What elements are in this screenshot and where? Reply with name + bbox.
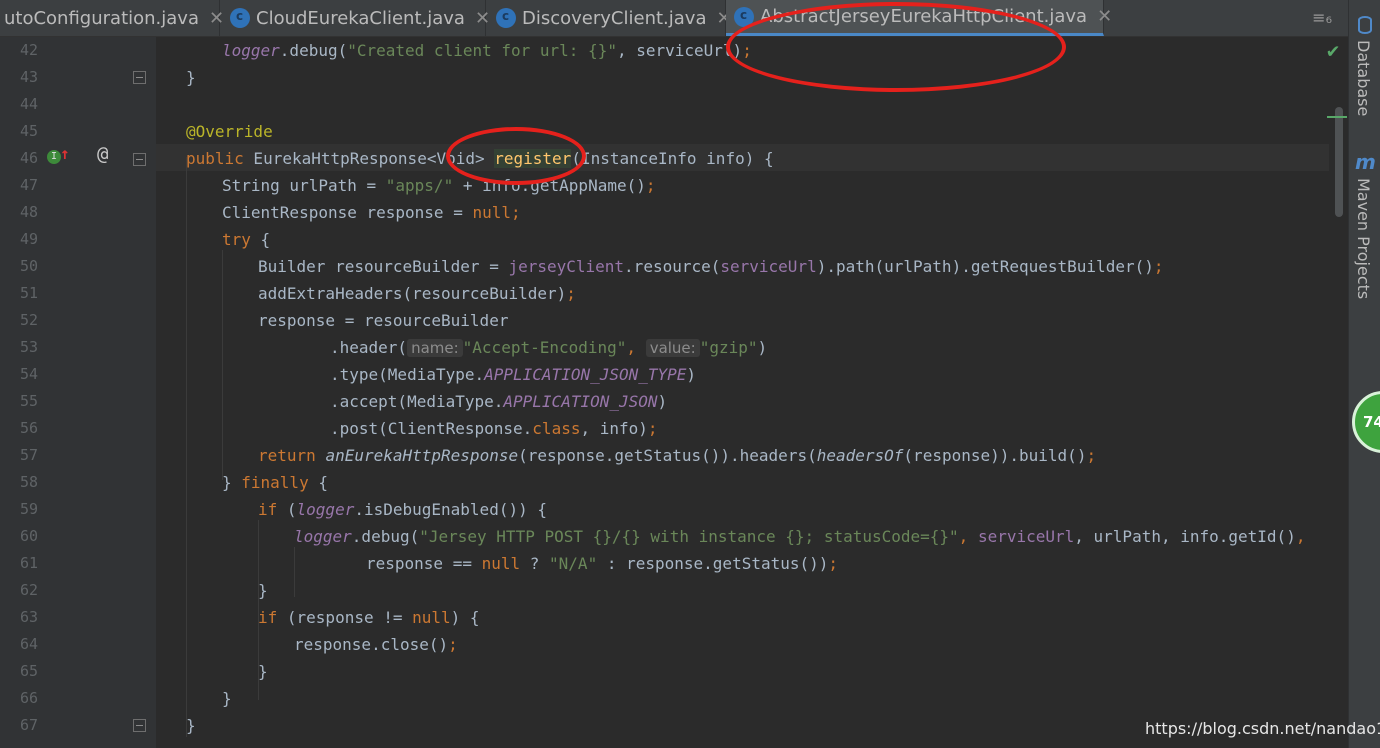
line-number: 59 bbox=[19, 500, 38, 518]
parameter-hint: name: bbox=[407, 339, 463, 357]
code-line-49: try { bbox=[222, 230, 271, 249]
code-line-51: addExtraHeaders(resourceBuilder); bbox=[258, 284, 576, 303]
fold-marker-icon[interactable] bbox=[133, 719, 146, 732]
code-line-58: } finally { bbox=[222, 473, 328, 492]
line-number: 45 bbox=[19, 122, 38, 140]
code-line-67: } bbox=[186, 716, 196, 735]
line-number: 62 bbox=[19, 581, 38, 599]
code-line-53: .header(name: "Accept-Encoding", value: "g… bbox=[330, 338, 768, 357]
change-marker bbox=[1327, 116, 1347, 118]
code-line-55: .accept(MediaType.APPLICATION_JSON) bbox=[330, 392, 668, 411]
editor-gutter: 42 43 44 45 46 47 48 49 50 51 52 53 54 55 56 57 58 59 60 61… bbox=[0, 37, 156, 748]
code-line-52: response = resourceBuilder bbox=[258, 311, 509, 330]
maven-icon: m bbox=[1355, 150, 1376, 174]
line-number: 53 bbox=[19, 338, 38, 356]
line-number: 49 bbox=[19, 230, 38, 248]
line-number: 52 bbox=[19, 311, 38, 329]
code-line-50: Builder resourceBuilder = jerseyClient.r… bbox=[258, 257, 1164, 276]
line-number: 67 bbox=[19, 716, 38, 734]
code-line-57: return anEurekaHttpResponse(response.get… bbox=[258, 446, 1097, 465]
code-line-42: logger.debug("Created client for url: {}… bbox=[222, 41, 752, 60]
override-arrow-icon[interactable]: ↑ bbox=[60, 144, 70, 163]
right-tool-window-bar: Database m Maven Projects bbox=[1348, 0, 1380, 748]
line-number: 46 bbox=[19, 149, 38, 167]
annotation-marker-icon: @ bbox=[97, 143, 109, 165]
code-line-65: } bbox=[258, 662, 268, 681]
code-line-64: response.close(); bbox=[294, 635, 458, 654]
annotation-ellipse-register bbox=[446, 127, 586, 185]
vertical-scrollbar[interactable] bbox=[1329, 37, 1348, 748]
code-line-66: } bbox=[222, 689, 232, 708]
code-line-61: response == null ? "N/A" : response.getS… bbox=[366, 554, 839, 573]
code-line-60: logger.debug("Jersey HTTP POST {}/{} wit… bbox=[294, 527, 1306, 546]
implements-method-icon[interactable]: I bbox=[47, 150, 61, 164]
line-number: 65 bbox=[19, 662, 38, 680]
tab-discovery-client[interactable]: DiscoveryClient.java ✕ bbox=[486, 0, 732, 36]
line-number: 58 bbox=[19, 473, 38, 491]
line-number: 50 bbox=[19, 257, 38, 275]
code-line-54: .type(MediaType.APPLICATION_JSON_TYPE) bbox=[330, 365, 697, 384]
indent-guide bbox=[222, 250, 223, 480]
inspection-ok-icon: ✔ bbox=[1327, 38, 1340, 62]
scrollbar-thumb[interactable] bbox=[1335, 107, 1343, 217]
line-number: 43 bbox=[19, 68, 38, 86]
fold-marker-icon[interactable] bbox=[133, 153, 146, 166]
java-class-icon bbox=[230, 8, 250, 28]
code-line-43: } bbox=[186, 68, 196, 87]
database-icon bbox=[1358, 16, 1372, 34]
line-number: 51 bbox=[19, 284, 38, 302]
indent-guide bbox=[294, 547, 295, 597]
line-number: 55 bbox=[19, 392, 38, 410]
line-number: 64 bbox=[19, 635, 38, 653]
code-line-47: String urlPath = "apps/" + info.getAppNa… bbox=[222, 176, 656, 195]
database-tool-button[interactable]: Database bbox=[1354, 40, 1373, 116]
tab-auto-configuration[interactable]: utoConfiguration.java ✕ bbox=[0, 0, 224, 36]
parameter-hint: value: bbox=[645, 339, 700, 357]
java-class-icon bbox=[496, 8, 516, 28]
line-number: 42 bbox=[19, 41, 38, 59]
line-number: 63 bbox=[19, 608, 38, 626]
code-line-62: } bbox=[258, 581, 268, 600]
close-icon[interactable]: ✕ bbox=[1097, 6, 1112, 27]
fold-marker-icon[interactable] bbox=[133, 71, 146, 84]
line-number: 66 bbox=[19, 689, 38, 707]
line-number: 60 bbox=[19, 527, 38, 545]
maven-projects-tool-button[interactable]: Maven Projects bbox=[1354, 178, 1373, 299]
code-line-45: @Override bbox=[186, 122, 273, 141]
tab-label: utoConfiguration.java bbox=[4, 7, 199, 29]
code-line-63: if (response != null) { bbox=[258, 608, 480, 627]
code-line-48: ClientResponse response = null; bbox=[222, 203, 521, 222]
indent-guide bbox=[186, 157, 187, 737]
line-number: 44 bbox=[19, 95, 38, 113]
line-number: 56 bbox=[19, 419, 38, 437]
editor-tab-bar: utoConfiguration.java ✕ CloudEurekaClien… bbox=[0, 0, 1348, 37]
code-line-59: if (logger.isDebugEnabled()) { bbox=[258, 500, 547, 519]
watermark-text: https://blog.csdn.net/nandao158 bbox=[1145, 719, 1380, 738]
line-number: 54 bbox=[19, 365, 38, 383]
tab-list-menu-icon[interactable]: ≡₆ bbox=[1312, 8, 1332, 27]
annotation-ellipse-tab bbox=[726, 2, 1066, 92]
code-line-56: .post(ClientResponse.class, info); bbox=[330, 419, 658, 438]
line-number: 47 bbox=[19, 176, 38, 194]
tab-label: DiscoveryClient.java bbox=[522, 7, 707, 29]
code-editor[interactable]: logger.debug("Created client for url: {}… bbox=[156, 37, 1348, 748]
line-number: 48 bbox=[19, 203, 38, 221]
line-number: 61 bbox=[19, 554, 38, 572]
tab-cloud-eureka-client[interactable]: CloudEurekaClient.java ✕ bbox=[220, 0, 490, 36]
line-number: 57 bbox=[19, 446, 38, 464]
tab-label: CloudEurekaClient.java bbox=[256, 7, 465, 29]
